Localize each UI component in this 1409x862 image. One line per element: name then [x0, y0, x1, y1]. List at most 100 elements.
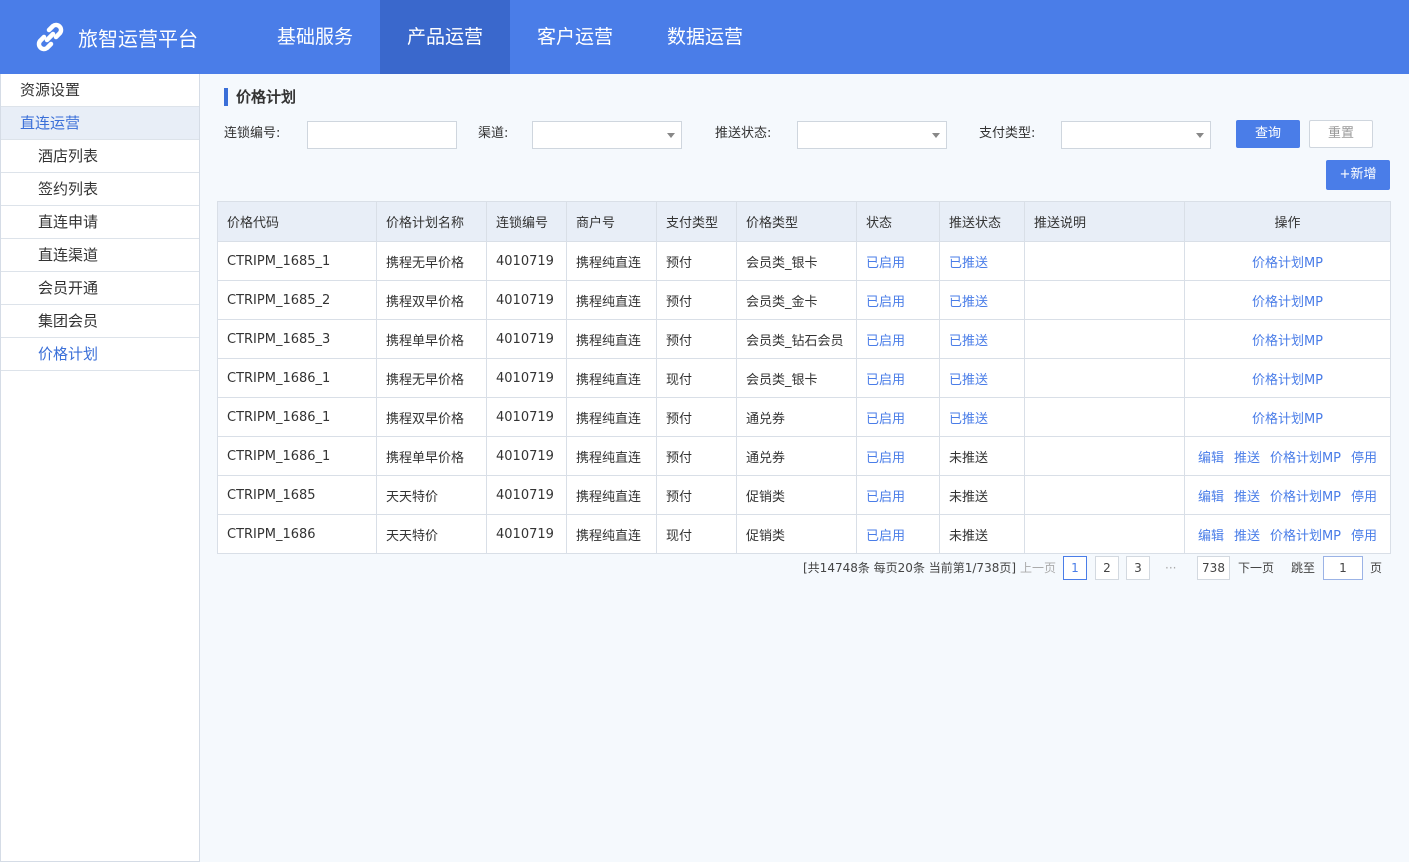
chain-no-input[interactable]: [307, 121, 457, 149]
sidebar-item-0[interactable]: 资源设置: [1, 74, 199, 107]
sidebar-item-4[interactable]: 直连申请: [1, 206, 199, 239]
top-navbar: 旅智运营平台 基础服务 产品运营 客户运营 数据运营: [0, 0, 1409, 74]
cell-code: CTRIPM_1685_3: [217, 319, 377, 359]
pay-type-select[interactable]: [1061, 121, 1211, 149]
sidebar-item-7[interactable]: 集团会员: [1, 305, 199, 338]
sidebar-item-2[interactable]: 酒店列表: [1, 140, 199, 173]
nav-item-3[interactable]: 数据运营: [640, 0, 770, 74]
cell-name: 携程双早价格: [376, 280, 487, 320]
cell-price-type: 会员类_银卡: [736, 241, 857, 281]
sidebar-item-3[interactable]: 签约列表: [1, 173, 199, 206]
sidebar-item-1[interactable]: 直连运营: [1, 107, 199, 140]
cell-price-type: 会员类_钻石会员: [736, 319, 857, 359]
mp-link[interactable]: 价格计划MP: [1252, 295, 1323, 310]
column-header: 推送说明: [1024, 201, 1185, 242]
cell-code: CTRIPM_1686_1: [217, 397, 377, 437]
cell-merchant: 携程纯直连: [566, 397, 657, 437]
mp-link[interactable]: 价格计划MP: [1270, 490, 1341, 505]
push-status-select[interactable]: [797, 121, 947, 149]
column-header: 价格计划名称: [376, 201, 487, 242]
edit-link[interactable]: 编辑: [1198, 490, 1224, 505]
last-page-button[interactable]: 738: [1197, 556, 1230, 580]
column-header: 支付类型: [656, 201, 737, 242]
cell-pay: 预付: [656, 280, 737, 320]
cell-chain: 4010719: [486, 280, 567, 320]
nav-item-0[interactable]: 基础服务: [250, 0, 380, 74]
mp-link[interactable]: 价格计划MP: [1252, 334, 1323, 349]
query-button[interactable]: 查询: [1236, 120, 1300, 148]
push-link[interactable]: 推送: [1234, 529, 1260, 544]
cell-status[interactable]: 已启用: [856, 241, 940, 281]
cell-price-type: 会员类_金卡: [736, 280, 857, 320]
nav-item-2[interactable]: 客户运营: [510, 0, 640, 74]
prev-page-button[interactable]: 上一页: [1020, 560, 1056, 576]
sidebar-item-8[interactable]: 价格计划: [1, 338, 199, 371]
push-link[interactable]: 推送: [1234, 451, 1260, 466]
cell-name: 携程无早价格: [376, 358, 487, 398]
push-link[interactable]: 推送: [1234, 490, 1260, 505]
cell-status[interactable]: 已启用: [856, 280, 940, 320]
cell-status[interactable]: 已启用: [856, 514, 940, 554]
column-header: 状态: [856, 201, 940, 242]
cell-code: CTRIPM_1686_1: [217, 436, 377, 476]
chain-no-label: 连锁编号:: [224, 126, 281, 141]
chain-link-icon: [32, 19, 68, 55]
mp-link[interactable]: 价格计划MP: [1252, 373, 1323, 388]
channel-select[interactable]: [532, 121, 682, 149]
cell-merchant: 携程纯直连: [566, 514, 657, 554]
page-1-button[interactable]: 1: [1063, 556, 1087, 580]
reset-button[interactable]: 重置: [1309, 120, 1373, 148]
page-suffix: 页: [1370, 561, 1383, 575]
page-2-button[interactable]: 2: [1095, 556, 1119, 580]
cell-push[interactable]: 已推送: [939, 241, 1025, 281]
cell-code: CTRIPM_1686_1: [217, 358, 377, 398]
cell-status[interactable]: 已启用: [856, 436, 940, 476]
cell-name: 携程单早价格: [376, 436, 487, 476]
table-row: CTRIPM_1686_1 携程双早价格 4010719 携程纯直连 预付 通兑券 已启用已…: [217, 397, 1391, 437]
disable-link[interactable]: 停用: [1351, 490, 1377, 505]
table-row: CTRIPM_1686 天天特价 4010719 携程纯直连 现付 促销类 已启用 未推送 编辑…: [217, 514, 1391, 554]
add-button[interactable]: +新增: [1326, 160, 1390, 190]
brand[interactable]: 旅智运营平台: [32, 0, 198, 74]
cell-price-type: 通兑券: [736, 436, 857, 476]
nav-item-1[interactable]: 产品运营: [380, 0, 511, 74]
cell-merchant: 携程纯直连: [566, 358, 657, 398]
chevron-down-icon: [932, 133, 940, 138]
cell-code: CTRIPM_1685_2: [217, 280, 377, 320]
mp-link[interactable]: 价格计划MP: [1270, 451, 1341, 466]
cell-status[interactable]: 已启用: [856, 358, 940, 398]
mp-link[interactable]: 价格计划MP: [1252, 256, 1323, 271]
mp-link[interactable]: 价格计划MP: [1270, 529, 1341, 544]
cell-chain: 4010719: [486, 436, 567, 476]
cell-push[interactable]: 已推送: [939, 397, 1025, 437]
cell-status[interactable]: 已启用: [856, 397, 940, 437]
app-title: 旅智运营平台: [78, 26, 198, 51]
cell-status[interactable]: 已启用: [856, 319, 940, 359]
sidebar-item-5[interactable]: 直连渠道: [1, 239, 199, 272]
next-page-button[interactable]: 下一页: [1238, 560, 1274, 576]
sidebar-item-6[interactable]: 会员开通: [1, 272, 199, 305]
cell-note: [1024, 358, 1185, 398]
cell-note: [1024, 280, 1185, 320]
cell-push[interactable]: 已推送: [939, 358, 1025, 398]
mp-link[interactable]: 价格计划MP: [1252, 412, 1323, 427]
cell-price-type: 促销类: [736, 475, 857, 515]
edit-link[interactable]: 编辑: [1198, 451, 1224, 466]
page-3-button[interactable]: 3: [1126, 556, 1150, 580]
cell-actions: 价格计划MP: [1184, 358, 1391, 398]
cell-price-type: 促销类: [736, 514, 857, 554]
cell-merchant: 携程纯直连: [566, 475, 657, 515]
cell-status[interactable]: 已启用: [856, 475, 940, 515]
channel-label: 渠道:: [478, 126, 509, 141]
disable-link[interactable]: 停用: [1351, 451, 1377, 466]
jump-page-input[interactable]: 1: [1323, 556, 1363, 580]
cell-code: CTRIPM_1685_1: [217, 241, 377, 281]
cell-actions: 价格计划MP: [1184, 280, 1391, 320]
cell-name: 天天特价: [376, 514, 487, 554]
cell-push[interactable]: 已推送: [939, 280, 1025, 320]
cell-push[interactable]: 已推送: [939, 319, 1025, 359]
edit-link[interactable]: 编辑: [1198, 529, 1224, 544]
cell-merchant: 携程纯直连: [566, 319, 657, 359]
disable-link[interactable]: 停用: [1351, 529, 1377, 544]
table-row: CTRIPM_1686_1 携程单早价格 4010719 携程纯直连 预付 通兑券 已启用未…: [217, 436, 1391, 476]
